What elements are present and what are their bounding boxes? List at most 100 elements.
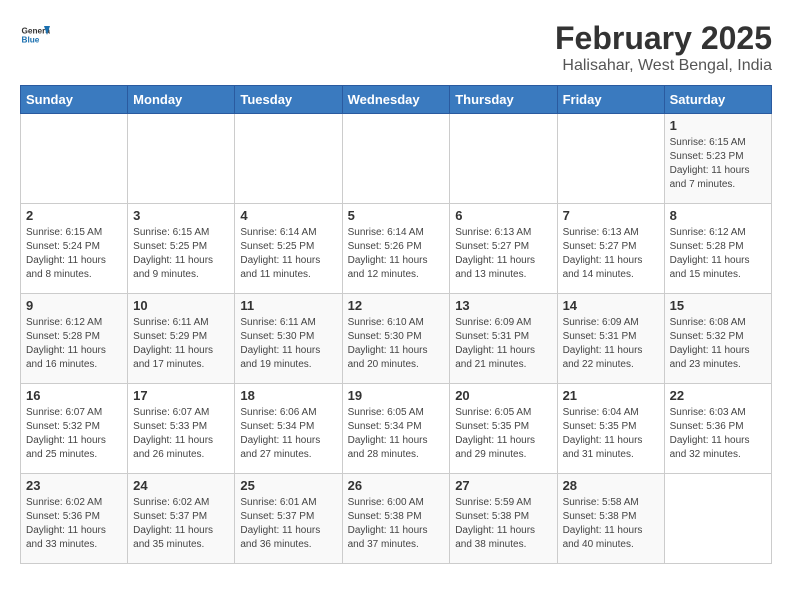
calendar-cell: 23 Sunrise: 6:02 AM Sunset: 5:36 PM Dayli… <box>21 474 128 564</box>
day-number: 25 <box>240 478 336 493</box>
calendar-cell: 8 Sunrise: 6:12 AM Sunset: 5:28 PM Daylig… <box>664 204 771 294</box>
day-info: Sunrise: 6:12 AM Sunset: 5:28 PM Dayligh… <box>26 316 122 372</box>
calendar-cell <box>128 114 235 204</box>
day-info: Sunrise: 6:13 AM Sunset: 5:27 PM Dayligh… <box>455 226 551 282</box>
calendar-week-3: 16Sunrise: 6:07 AM Sunset: 5:32 PM Dayli… <box>21 384 772 474</box>
calendar-cell: 10 Sunrise: 6:11 AM Sunset: 5:29 PM Dayli… <box>128 294 235 384</box>
column-header-sunday: Sunday <box>21 86 128 114</box>
column-header-tuesday: Tuesday <box>235 86 342 114</box>
calendar-cell: 13 Sunrise: 6:09 AM Sunset: 5:31 PM Dayli… <box>450 294 557 384</box>
day-number: 26 <box>348 478 445 493</box>
calendar-week-0: 1 Sunrise: 6:15 AM Sunset: 5:23 PM Daylig… <box>21 114 772 204</box>
day-info: Sunrise: 6:05 AM Sunset: 5:34 PM Dayligh… <box>348 406 445 462</box>
day-number: 14 <box>563 298 659 313</box>
calendar-cell: 7 Sunrise: 6:13 AM Sunset: 5:27 PM Daylig… <box>557 204 664 294</box>
day-info: Sunrise: 6:13 AM Sunset: 5:27 PM Dayligh… <box>563 226 659 282</box>
day-info: Sunrise: 6:08 AM Sunset: 5:32 PM Dayligh… <box>670 316 766 372</box>
day-info: Sunrise: 6:10 AM Sunset: 5:30 PM Dayligh… <box>348 316 445 372</box>
day-number: 21 <box>563 388 659 403</box>
svg-text:Blue: Blue <box>22 36 40 45</box>
calendar-cell <box>21 114 128 204</box>
day-info: Sunrise: 6:02 AM Sunset: 5:36 PM Dayligh… <box>26 496 122 552</box>
day-info: Sunrise: 6:11 AM Sunset: 5:29 PM Dayligh… <box>133 316 229 372</box>
day-number: 11 <box>240 298 336 313</box>
calendar-cell: 21Sunrise: 6:04 AM Sunset: 5:35 PM Dayli… <box>557 384 664 474</box>
logo-icon: General Blue <box>20 20 50 50</box>
month-title: February 2025 <box>555 20 772 57</box>
calendar-cell: 3 Sunrise: 6:15 AM Sunset: 5:25 PM Daylig… <box>128 204 235 294</box>
day-number: 12 <box>348 298 445 313</box>
column-header-wednesday: Wednesday <box>342 86 450 114</box>
calendar-week-4: 23 Sunrise: 6:02 AM Sunset: 5:36 PM Dayli… <box>21 474 772 564</box>
day-info: Sunrise: 6:15 AM Sunset: 5:25 PM Dayligh… <box>133 226 229 282</box>
calendar-cell <box>557 114 664 204</box>
day-number: 23 <box>26 478 122 493</box>
calendar-cell: 17 Sunrise: 6:07 AM Sunset: 5:33 PM Dayli… <box>128 384 235 474</box>
day-number: 5 <box>348 208 445 223</box>
day-number: 17 <box>133 388 229 403</box>
day-info: Sunrise: 6:03 AM Sunset: 5:36 PM Dayligh… <box>670 406 766 462</box>
day-number: 13 <box>455 298 551 313</box>
calendar-cell: 24 Sunrise: 6:02 AM Sunset: 5:37 PM Dayli… <box>128 474 235 564</box>
day-info: Sunrise: 6:15 AM Sunset: 5:24 PM Dayligh… <box>26 226 122 282</box>
day-info: Sunrise: 6:00 AM Sunset: 5:38 PM Dayligh… <box>348 496 445 552</box>
calendar-body: 1 Sunrise: 6:15 AM Sunset: 5:23 PM Daylig… <box>21 114 772 564</box>
calendar-cell: 16Sunrise: 6:07 AM Sunset: 5:32 PM Dayli… <box>21 384 128 474</box>
day-number: 19 <box>348 388 445 403</box>
calendar-cell: 5 Sunrise: 6:14 AM Sunset: 5:26 PM Daylig… <box>342 204 450 294</box>
logo: General Blue <box>20 20 50 50</box>
day-info: Sunrise: 5:59 AM Sunset: 5:38 PM Dayligh… <box>455 496 551 552</box>
header: General Blue February 2025 Halisahar, We… <box>20 20 772 75</box>
day-info: Sunrise: 6:14 AM Sunset: 5:26 PM Dayligh… <box>348 226 445 282</box>
day-number: 24 <box>133 478 229 493</box>
calendar-cell: 9 Sunrise: 6:12 AM Sunset: 5:28 PM Daylig… <box>21 294 128 384</box>
calendar-cell <box>235 114 342 204</box>
location-title: Halisahar, West Bengal, India <box>555 57 772 75</box>
day-number: 3 <box>133 208 229 223</box>
calendar-cell: 15Sunrise: 6:08 AM Sunset: 5:32 PM Dayli… <box>664 294 771 384</box>
calendar-cell: 20Sunrise: 6:05 AM Sunset: 5:35 PM Dayli… <box>450 384 557 474</box>
calendar-cell: 19 Sunrise: 6:05 AM Sunset: 5:34 PM Dayli… <box>342 384 450 474</box>
day-info: Sunrise: 6:12 AM Sunset: 5:28 PM Dayligh… <box>670 226 766 282</box>
calendar-cell: 26 Sunrise: 6:00 AM Sunset: 5:38 PM Dayli… <box>342 474 450 564</box>
day-number: 9 <box>26 298 122 313</box>
calendar-cell: 11 Sunrise: 6:11 AM Sunset: 5:30 PM Dayli… <box>235 294 342 384</box>
calendar-week-2: 9 Sunrise: 6:12 AM Sunset: 5:28 PM Daylig… <box>21 294 772 384</box>
day-number: 8 <box>670 208 766 223</box>
title-area: February 2025 Halisahar, West Bengal, In… <box>555 20 772 75</box>
day-number: 2 <box>26 208 122 223</box>
day-info: Sunrise: 6:06 AM Sunset: 5:34 PM Dayligh… <box>240 406 336 462</box>
day-info: Sunrise: 6:09 AM Sunset: 5:31 PM Dayligh… <box>563 316 659 372</box>
column-header-monday: Monday <box>128 86 235 114</box>
calendar-cell: 12 Sunrise: 6:10 AM Sunset: 5:30 PM Dayli… <box>342 294 450 384</box>
calendar-cell: 2 Sunrise: 6:15 AM Sunset: 5:24 PM Daylig… <box>21 204 128 294</box>
calendar-cell: 1 Sunrise: 6:15 AM Sunset: 5:23 PM Daylig… <box>664 114 771 204</box>
day-number: 7 <box>563 208 659 223</box>
calendar-cell <box>342 114 450 204</box>
day-number: 27 <box>455 478 551 493</box>
day-number: 10 <box>133 298 229 313</box>
day-info: Sunrise: 6:11 AM Sunset: 5:30 PM Dayligh… <box>240 316 336 372</box>
day-number: 4 <box>240 208 336 223</box>
day-info: Sunrise: 6:07 AM Sunset: 5:33 PM Dayligh… <box>133 406 229 462</box>
day-info: Sunrise: 6:15 AM Sunset: 5:23 PM Dayligh… <box>670 136 766 192</box>
calendar-cell: 25 Sunrise: 6:01 AM Sunset: 5:37 PM Dayli… <box>235 474 342 564</box>
column-header-friday: Friday <box>557 86 664 114</box>
column-header-thursday: Thursday <box>450 86 557 114</box>
day-number: 22 <box>670 388 766 403</box>
day-info: Sunrise: 6:02 AM Sunset: 5:37 PM Dayligh… <box>133 496 229 552</box>
calendar-cell <box>450 114 557 204</box>
day-info: Sunrise: 6:05 AM Sunset: 5:35 PM Dayligh… <box>455 406 551 462</box>
calendar-cell: 22 Sunrise: 6:03 AM Sunset: 5:36 PM Dayli… <box>664 384 771 474</box>
day-number: 1 <box>670 118 766 133</box>
day-info: Sunrise: 6:09 AM Sunset: 5:31 PM Dayligh… <box>455 316 551 372</box>
day-number: 28 <box>563 478 659 493</box>
day-number: 6 <box>455 208 551 223</box>
day-info: Sunrise: 6:01 AM Sunset: 5:37 PM Dayligh… <box>240 496 336 552</box>
calendar-cell: 6 Sunrise: 6:13 AM Sunset: 5:27 PM Daylig… <box>450 204 557 294</box>
day-number: 18 <box>240 388 336 403</box>
calendar-table: SundayMondayTuesdayWednesdayThursdayFrid… <box>20 85 772 564</box>
calendar-week-1: 2 Sunrise: 6:15 AM Sunset: 5:24 PM Daylig… <box>21 204 772 294</box>
calendar-header-row: SundayMondayTuesdayWednesdayThursdayFrid… <box>21 86 772 114</box>
day-info: Sunrise: 6:14 AM Sunset: 5:25 PM Dayligh… <box>240 226 336 282</box>
